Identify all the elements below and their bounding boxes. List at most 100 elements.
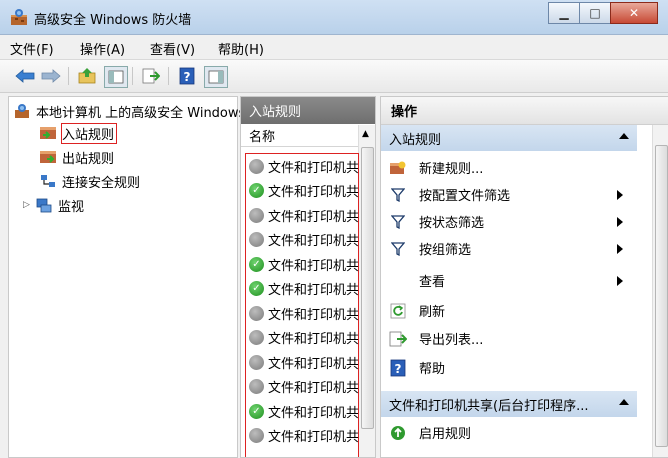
menu-help[interactable]: 帮助(H) [218,39,264,58]
firewall-app-icon [10,8,28,26]
enabled-check-icon: ✓ [249,183,264,199]
tree-item-connection-security-rules[interactable]: 连接安全规则 [39,171,140,191]
collapse-arrow-icon[interactable] [619,133,629,139]
help-icon: ? [389,359,407,377]
inbound-rules-icon [39,125,57,141]
disabled-rule-icon [249,207,264,223]
table-row[interactable]: 文件和打印机共享 [246,301,358,326]
table-row[interactable]: 文件和打印机共享 [246,350,358,375]
menu-file[interactable]: 文件(F) [10,39,54,58]
tree-item-label: 入站规则 [60,122,118,144]
action-refresh[interactable]: 刷新 [381,297,637,324]
column-header-name[interactable]: 名称 [241,125,359,147]
svg-text:?: ? [395,362,402,376]
title-bar: 高级安全 Windows 防火墙 ▁ □ ✕ [0,0,668,35]
section-label: 入站规则 [389,132,442,148]
action-label: 按组筛选 [419,243,472,258]
rule-name: 文件和打印机共享 [268,209,359,225]
back-arrow-icon[interactable] [14,66,36,86]
rules-rows: 文件和打印机共享✓文件和打印机共享文件和打印机共享文件和打印机共享✓文件和打印机… [245,153,359,457]
tree-root[interactable]: 本地计算机 上的高级安全 Windows [13,101,245,121]
table-row[interactable]: ✓文件和打印机共享 [246,399,358,424]
tree-root-label: 本地计算机 上的高级安全 Windows [36,105,246,121]
scrollbar-thumb[interactable] [655,145,668,447]
rules-list-scrollbar[interactable]: ▲ [358,125,375,457]
action-new-rule[interactable]: 新建规则... [381,154,637,181]
table-row[interactable]: ✓文件和打印机共享 [246,252,358,277]
close-button[interactable]: ✕ [610,2,658,24]
column-header-label: 名称 [249,130,276,145]
window-title: 高级安全 Windows 防火墙 [34,13,192,28]
disabled-rule-icon [249,379,264,395]
rules-list-pane: 入站规则 名称 ▲ 文件和打印机共享✓文件和打印机共享文件和打印机共享文件和打印… [240,96,376,458]
refresh-icon [389,302,407,320]
console-tree-icon[interactable] [104,66,128,88]
export-list-icon[interactable] [140,66,162,86]
forward-arrow-icon[interactable] [40,66,62,86]
toolbar: ? [0,60,668,93]
actions-section-inbound[interactable]: 入站规则 [381,125,637,151]
actions-section-selected-rule[interactable]: 文件和打印机共享(后台打印程序... [381,391,637,417]
table-row[interactable]: 文件和打印机共享 [246,326,358,351]
action-filter-group[interactable]: 按组筛选 [381,235,637,262]
action-view[interactable]: 查看 [381,267,637,294]
actions-scrollbar[interactable] [652,125,668,457]
folder-up-icon[interactable] [76,66,98,86]
action-label: 查看 [419,275,446,290]
submenu-arrow-icon [617,276,623,286]
console-tree-pane: 本地计算机 上的高级安全 Windows 入站规则 出站规则 连接安全规则 ▷ … [8,96,245,458]
action-pane-icon[interactable] [204,66,228,88]
blank-icon [389,272,407,290]
menu-bar: 文件(F) 操作(A) 查看(V) 帮助(H) [0,35,668,60]
tree-item-inbound-rules[interactable]: 入站规则 [39,122,118,144]
rule-name: 文件和打印机共享 [268,405,359,421]
menu-view[interactable]: 查看(V) [150,39,195,58]
rule-name: 文件和打印机共享 [268,185,359,201]
minimize-button[interactable]: ▁ [548,2,580,24]
svg-text:?: ? [184,70,191,84]
tree-item-monitoring[interactable]: ▷ 监视 [23,195,84,215]
table-row[interactable]: 文件和打印机共享 [246,424,358,449]
rule-name: 文件和打印机共享 [268,430,359,446]
table-row[interactable]: ✓文件和打印机共享 [246,277,358,302]
tree-item-outbound-rules[interactable]: 出站规则 [39,147,114,167]
enabled-check-icon: ✓ [249,403,264,419]
help-icon[interactable]: ? [176,66,198,86]
scrollbar-thumb[interactable] [361,147,374,429]
rule-name: 文件和打印机共享 [268,283,359,299]
action-label: 新建规则... [419,162,484,177]
action-filter-profile[interactable]: 按配置文件筛选 [381,181,637,208]
firewall-computer-icon [13,103,31,119]
actions-header: 操作 [381,97,668,125]
outbound-rules-icon [39,149,57,165]
table-row[interactable]: 文件和打印机共享 [246,228,358,253]
filter-icon [389,186,407,204]
rule-name: 文件和打印机共享 [268,258,359,274]
enabled-check-icon: ✓ [249,281,264,297]
table-row[interactable]: ✓文件和打印机共享 [246,179,358,204]
filter-icon [389,213,407,231]
action-enable-rule[interactable]: 启用规则 [381,419,637,446]
collapse-arrow-icon[interactable] [619,399,629,405]
action-label: 导出列表... [419,333,484,348]
expand-arrow-icon[interactable]: ▷ [23,200,35,210]
action-filter-state[interactable]: 按状态筛选 [381,208,637,235]
maximize-button[interactable]: □ [579,2,611,24]
rule-name: 文件和打印机共享 [268,381,359,397]
action-help[interactable]: ? 帮助 [381,354,637,381]
disabled-rule-icon [249,354,264,370]
toolbar-separator [68,67,69,85]
export-list-icon [389,330,407,348]
action-label: 刷新 [419,305,446,320]
scroll-up-arrow-icon[interactable]: ▲ [362,129,369,139]
section-label: 文件和打印机共享(后台打印程序... [389,398,589,414]
table-row[interactable]: 文件和打印机共享 [246,154,358,179]
menu-action[interactable]: 操作(A) [80,39,125,58]
rule-name: 文件和打印机共享 [268,160,359,176]
table-row[interactable]: 文件和打印机共享 [246,375,358,400]
actions-pane: 操作 入站规则 新建规则... 按配置文件筛选 按状态筛选 按组筛选 查看 刷新… [380,96,668,458]
table-row[interactable]: 文件和打印机共享 [246,203,358,228]
submenu-arrow-icon [617,244,623,254]
tree-item-label: 出站规则 [62,151,115,167]
action-export-list[interactable]: 导出列表... [381,325,637,352]
